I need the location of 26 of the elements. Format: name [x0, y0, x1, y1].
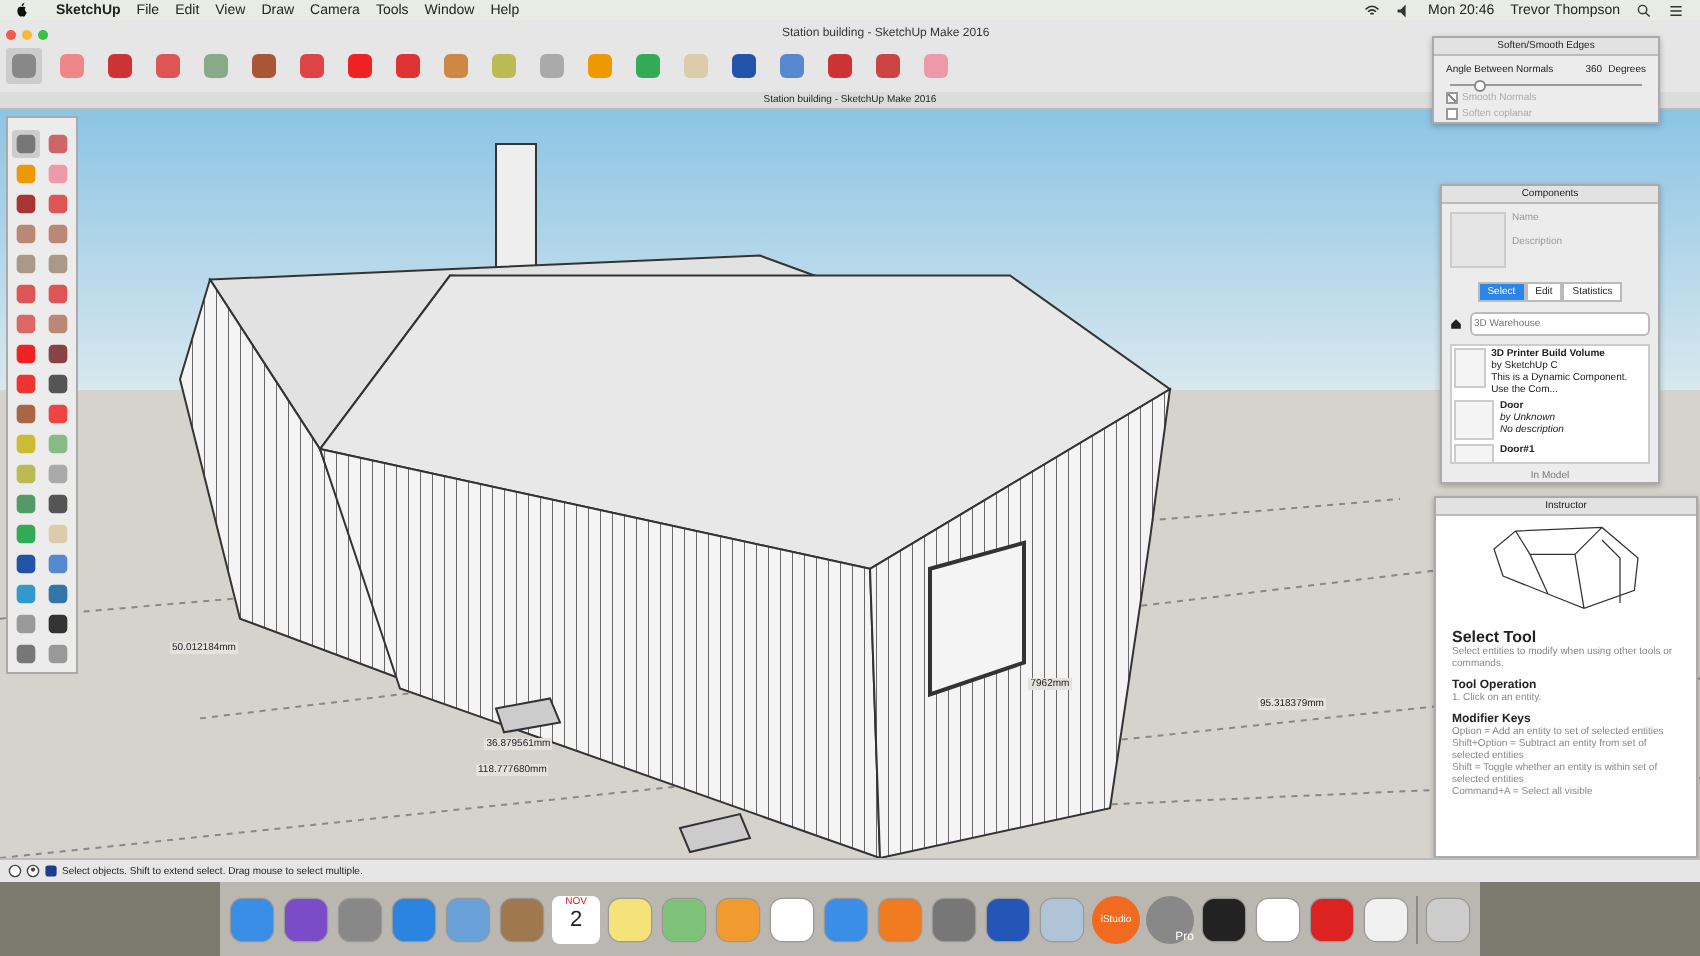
app-icon[interactable] — [1200, 895, 1248, 943]
home-icon[interactable] — [1450, 318, 1462, 330]
tool-icon[interactable] — [44, 340, 72, 368]
tool-icon[interactable] — [44, 610, 72, 638]
tool-icon[interactable] — [12, 190, 40, 218]
tool-icon[interactable] — [726, 48, 762, 84]
menu-icon[interactable] — [1668, 3, 1684, 17]
tool-heading: Select Tool — [1450, 628, 1539, 646]
tool-icon[interactable] — [12, 550, 40, 578]
search-icon[interactable] — [1636, 3, 1652, 17]
wifi-icon[interactable] — [1364, 3, 1381, 17]
model-viewport[interactable] — [0, 110, 1700, 858]
component-thumbnail — [1454, 400, 1494, 440]
apple-icon[interactable] — [16, 2, 28, 18]
user-icon[interactable] — [26, 864, 40, 878]
close-icon[interactable] — [6, 29, 16, 39]
preview-placeholder — [1450, 212, 1506, 268]
slider-thumb[interactable] — [1473, 80, 1486, 92]
tool-icon[interactable] — [44, 490, 72, 518]
zoom-icon[interactable] — [38, 29, 48, 39]
app-icon[interactable] — [984, 895, 1032, 943]
component-thumbnail — [1454, 348, 1486, 388]
tool-icon[interactable] — [44, 370, 72, 398]
info-icon[interactable] — [8, 864, 22, 878]
minimize-icon[interactable] — [22, 29, 32, 39]
trash-icon[interactable] — [1424, 895, 1472, 943]
